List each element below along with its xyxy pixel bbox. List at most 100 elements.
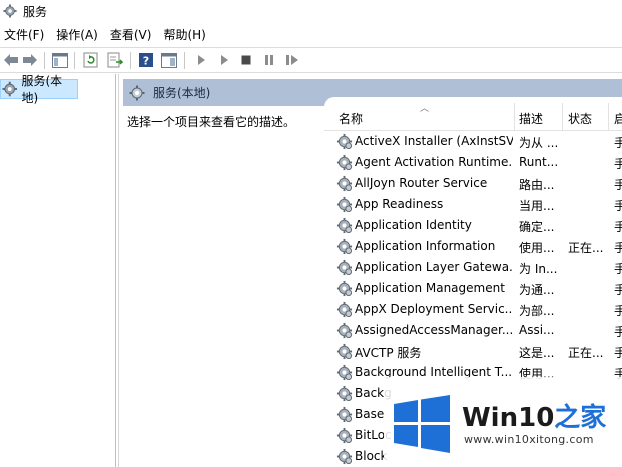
service-description: Assi... [519,323,555,337]
watermark-title-suffix: 之家 [554,403,607,433]
start-alt-icon[interactable] [215,51,233,69]
service-description: 这是... [519,346,555,360]
service-startup-type: 手 [614,262,622,276]
svg-text:?: ? [143,55,149,68]
service-row[interactable]: Agent Activation Runtime... Runt... 手 [324,152,622,173]
service-row[interactable]: AssignedAccessManager... Assi... 手 [324,320,622,341]
menu-bar: 文件(F) 操作(A) 查看(V) 帮助(H) [0,24,622,46]
service-row[interactable]: AppX Deployment Servic... 为部... 手 [324,299,622,320]
console-tree: 服务(本地) [0,74,116,467]
service-startup-type: 手 [614,178,622,192]
service-row[interactable]: ActiveX Installer (AxInstSV) 为从 ... 手 [324,131,622,152]
service-description: 使用... [519,241,555,255]
menu-file[interactable]: 文件(F) [0,24,52,46]
service-description: 为从 ... [519,136,559,150]
refresh-icon[interactable] [82,51,100,69]
service-gear-icon [336,133,353,150]
menu-view[interactable]: 查看(V) [106,24,160,46]
service-row[interactable]: Application Management 为通... 手 [324,278,622,299]
service-startup-type: 手 [614,220,622,234]
service-name: Application Information [355,239,496,253]
service-name: AllJoyn Router Service [355,176,488,190]
tree-item-label: 服务(本地) [21,74,63,105]
service-gear-icon [336,427,353,444]
services-window: 服务 文件(F) 操作(A) 查看(V) 帮助(H) ? 服务(本地) 服务(本… [0,0,622,467]
list-header: ︿ 名称 描述 状态 启 [324,97,622,131]
service-name: AVCTP 服务 [355,346,422,360]
service-name: ActiveX Installer (AxInstSV) [355,134,513,148]
stop-icon[interactable] [237,51,255,69]
menu-help[interactable]: 帮助(H) [159,24,213,46]
service-status: 正在... [568,241,604,255]
service-gear-icon [336,322,353,339]
service-gear-icon [336,196,353,213]
services-gear-icon [129,85,145,100]
service-gear-icon [336,280,353,297]
service-startup-type: 手 [614,304,622,318]
service-name: Agent Activation Runtime... [355,155,513,169]
watermark-url: www.win10xitong.com [464,433,594,446]
service-name: Application Layer Gatewa... [355,260,513,274]
properties-icon[interactable] [160,51,178,69]
service-row[interactable]: App Readiness 当用... 手 [324,194,622,215]
service-gear-icon [336,301,353,318]
menu-action[interactable]: 操作(A) [52,24,106,46]
start-icon[interactable] [192,51,210,69]
service-description: 为通... [519,283,555,297]
column-header-status[interactable]: 状态 [568,110,592,128]
service-startup-type: 手 [614,157,622,171]
service-row[interactable]: Application Identity 确定... 手 [324,215,622,236]
service-gear-icon [336,364,353,381]
service-gear-icon [336,448,353,465]
service-description: Runt... [519,155,559,169]
service-description: 为 In... [519,262,558,276]
service-gear-icon [336,259,353,276]
service-gear-icon [336,175,353,192]
watermark: Win10之家 www.win10xitong.com [384,377,622,467]
forward-arrow-icon[interactable] [21,51,39,69]
column-header-name[interactable]: 名称 [339,110,363,128]
service-gear-icon [336,238,353,255]
service-name: AssignedAccessManager... [355,323,513,337]
column-header-description[interactable]: 描述 [519,110,543,128]
service-description: 确定... [519,220,555,234]
service-row[interactable]: Application Layer Gatewa... 为 In... 手 [324,257,622,278]
console-tree-icon[interactable] [51,51,69,69]
restart-icon[interactable] [283,51,301,69]
service-gear-icon [336,385,353,402]
sort-ascending-icon: ︿ [420,104,430,114]
help-icon[interactable]: ? [137,51,155,69]
service-row[interactable]: AVCTP 服务 这是... 正在... 手 [324,341,622,362]
service-startup-type: 手 [614,136,622,150]
service-startup-type: 手 [614,325,622,339]
export-icon[interactable] [106,51,124,69]
service-row[interactable]: AllJoyn Router Service 路由... 手 [324,173,622,194]
service-startup-type: 手 [614,283,622,297]
services-gear-icon [3,4,17,18]
title-bar: 服务 [0,0,622,22]
service-row[interactable]: Application Information 使用... 正在... 手 [324,236,622,257]
toolbar: ? [0,47,622,73]
tree-item-services-local[interactable]: 服务(本地) [0,74,78,105]
pause-icon[interactable] [260,51,278,69]
service-gear-icon [336,343,353,360]
window-title: 服务 [23,4,48,19]
panel-header-title: 服务(本地) [153,86,211,100]
service-name: Application Management [355,281,505,295]
service-name: App Readiness [355,197,444,211]
service-name: AppX Deployment Servic... [355,302,513,316]
services-gear-icon [2,81,18,97]
service-description: 路由... [519,178,555,192]
service-startup-type: 手 [614,241,622,255]
service-description: 当用... [519,199,555,213]
service-gear-icon [336,406,353,423]
watermark-title: Win10之家 [462,397,606,434]
service-status: 正在... [568,346,604,360]
watermark-title-prefix: Win10 [462,403,555,433]
service-gear-icon [336,154,353,171]
description-text: 选择一个项目来查看它的描述。 [127,115,296,129]
service-description: 为部... [519,304,555,318]
service-startup-type: 手 [614,199,622,213]
column-header-startup[interactable]: 启 [614,110,622,128]
back-arrow-icon[interactable] [2,51,20,69]
